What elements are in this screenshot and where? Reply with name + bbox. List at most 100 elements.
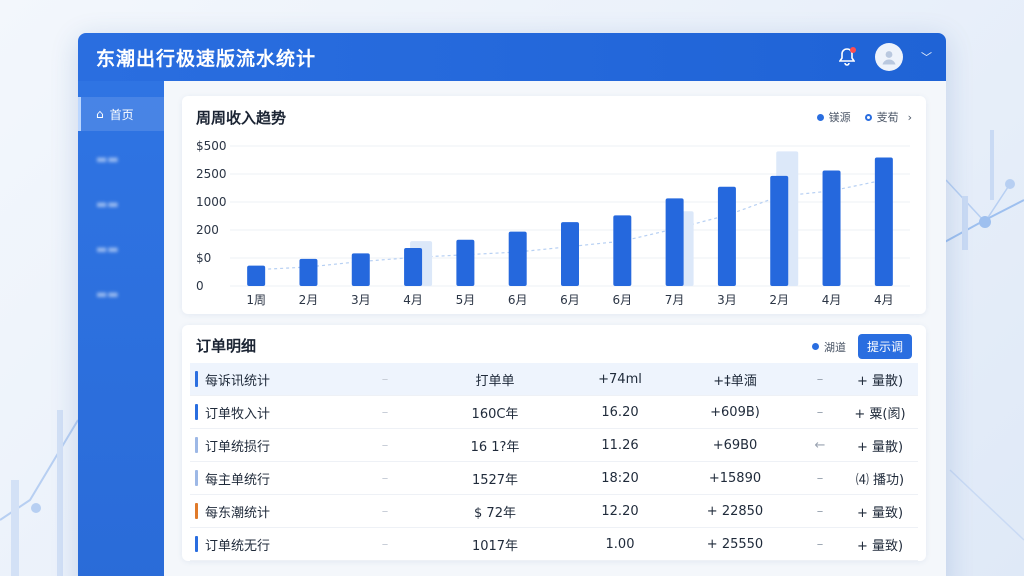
row-color-bar — [195, 404, 198, 420]
row-dash: – — [381, 404, 389, 420]
bar — [770, 175, 789, 286]
chevron-down-icon[interactable]: ﹀ — [921, 49, 932, 65]
row-name: 每诉讯统计 — [205, 373, 271, 389]
bar — [299, 258, 318, 286]
legend-dot-icon — [811, 343, 819, 350]
bar — [351, 253, 370, 286]
row-dash: – — [816, 503, 824, 519]
table-row[interactable]: 每主单统行 – 1527年 18:20 +15890 – ⑷ 播功) — [190, 462, 918, 495]
x-tick-label: 6月 — [612, 293, 632, 307]
row-name: 订单统损行 — [205, 439, 271, 455]
x-tick-label: 7月 — [665, 293, 685, 307]
bell-icon[interactable] — [837, 47, 857, 67]
row-col-3: 18:20 — [601, 470, 639, 486]
table-row[interactable]: 订单统无行 – 1017年 1.00 + 25550 – + 量致) — [190, 528, 918, 561]
app-title: 东潮出行极速版流水统计 — [96, 47, 317, 70]
row-color-bar — [195, 503, 198, 519]
sidebar-item-blurred[interactable]: ▬▬ — [78, 187, 164, 221]
sidebar-item-home[interactable]: ⌂ 首页 — [78, 97, 164, 131]
y-tick-label: 200 — [196, 223, 219, 237]
row-action[interactable]: + 粟(阂) — [845, 403, 915, 422]
user-avatar-icon[interactable] — [875, 43, 903, 71]
title-bar: 东潮出行极速版流水统计 ﹀ — [78, 33, 946, 81]
prompt-button[interactable]: 提示调 — [857, 334, 912, 359]
row-col-4: +609B) — [710, 404, 760, 420]
bar — [561, 222, 579, 286]
row-col-2: 16 1?年 — [470, 439, 520, 455]
x-tick-label: 4月 — [403, 293, 423, 307]
row-col-2: 打单单 — [475, 373, 515, 389]
table-row[interactable]: 每东潮统计 – $ 72年 12.20 + 22850 – + 量致) — [190, 495, 918, 528]
row-col-3: +74ml — [598, 371, 642, 387]
row-name: 订单牧入计 — [205, 406, 271, 422]
bar — [404, 247, 423, 286]
row-dash: – — [381, 503, 389, 519]
bar — [665, 198, 684, 286]
row-col-4: +‡单湎 — [713, 373, 757, 389]
bar — [456, 239, 475, 286]
y-tick-label: $500 — [196, 139, 227, 153]
x-tick-label: 2月 — [769, 293, 789, 307]
row-color-bar — [195, 437, 198, 453]
bar — [822, 170, 841, 286]
bar — [508, 231, 527, 286]
home-icon: ⌂ — [96, 107, 104, 121]
bar — [717, 186, 736, 286]
row-col-2: 1527年 — [471, 472, 519, 488]
row-dash: – — [816, 371, 824, 387]
row-color-bar — [195, 371, 198, 387]
row-dash: ← — [814, 437, 826, 453]
row-col-4: + 25550 — [706, 536, 764, 552]
row-col-3: 11.26 — [601, 437, 639, 453]
table-title: 订单明细 — [196, 337, 257, 355]
table-row[interactable]: 订单统损行 – 16 1?年 11.26 +69B0 ← + 量散) — [190, 429, 918, 462]
row-dash: – — [381, 470, 389, 486]
row-action[interactable]: + 量致) — [845, 535, 915, 554]
y-tick-label: 0 — [196, 279, 204, 293]
row-col-3: 16.20 — [601, 404, 639, 420]
x-tick-label: 2月 — [299, 293, 319, 307]
sidebar-item-blurred[interactable]: ▬▬ — [78, 142, 164, 176]
row-dash: – — [816, 536, 824, 552]
row-dash: – — [816, 470, 824, 486]
row-color-bar — [195, 470, 198, 486]
sidebar: ⌂ 首页 ▬▬ ▬▬ ▬▬ ▬▬ — [78, 81, 164, 576]
sidebar-item-blurred[interactable]: ▬▬ — [78, 277, 164, 311]
x-tick-label: 4月 — [822, 293, 842, 307]
row-dash: – — [381, 536, 389, 552]
row-col-3: 12.20 — [601, 503, 639, 519]
row-action[interactable]: ⑷ 播功) — [845, 469, 915, 488]
row-name: 每东潮统计 — [205, 505, 271, 521]
x-tick-label: 5月 — [456, 293, 476, 307]
order-detail-card: 订单明细 湖道 提示调 每诉讯统计 – 打单单 +74ml +‡单湎 – + 量散) 订单牧入… — [182, 325, 926, 561]
table-row[interactable]: 每诉讯统计 – 打单单 +74ml +‡单湎 – + 量散) — [190, 363, 918, 396]
app-window: 东潮出行极速版流水统计 ﹀ ⌂ 首页 ▬▬ ▬▬ ▬▬ ▬▬ 周周收入趋势 镁源 — [78, 33, 946, 576]
notification-dot — [850, 47, 856, 53]
row-dash: – — [381, 437, 389, 453]
table-legend-item[interactable]: 湖道 — [811, 339, 846, 355]
x-tick-label: 6月 — [560, 293, 580, 307]
row-name: 订单统无行 — [205, 538, 271, 554]
sidebar-item-label: 首页 — [109, 107, 134, 122]
row-dash: – — [816, 404, 824, 420]
y-tick-label: 1000 — [196, 195, 227, 209]
bar-chart: 0 $0 200 1000 2500 $500 1周 2月 3月 4月 5月 6月 6月 6月 7月 3月 2月… — [196, 139, 910, 307]
table-legend-label: 湖道 — [823, 340, 846, 354]
x-tick-label: 3月 — [717, 293, 737, 307]
bar — [247, 265, 266, 286]
sidebar-item-blurred[interactable]: ▬▬ — [78, 232, 164, 266]
order-table: 每诉讯统计 – 打单单 +74ml +‡单湎 – + 量散) 订单牧入计 – 160C年 16.20… — [190, 363, 918, 561]
row-col-2: 1017年 — [471, 538, 519, 554]
table-toolbar: 湖道 提示调 — [811, 334, 912, 359]
row-name: 每主单统行 — [205, 472, 271, 488]
table-row[interactable]: 订单牧入计 – 160C年 16.20 +609B) – + 粟(阂) — [190, 396, 918, 429]
x-tick-label: 1周 — [246, 293, 266, 307]
row-col-3: 1.00 — [605, 536, 635, 552]
row-col-2: $ 72年 — [474, 505, 516, 521]
weekly-income-chart-card: 周周收入趋势 镁源 芰荀 › 0 $0 200 1000 2500 $500 1周 2月 3月 4… — [182, 96, 926, 314]
row-action[interactable]: + 量散) — [845, 370, 915, 389]
row-col-2: 160C年 — [471, 406, 519, 422]
row-color-bar — [195, 536, 198, 552]
row-action[interactable]: + 量散) — [845, 436, 915, 455]
row-action[interactable]: + 量致) — [845, 502, 915, 521]
